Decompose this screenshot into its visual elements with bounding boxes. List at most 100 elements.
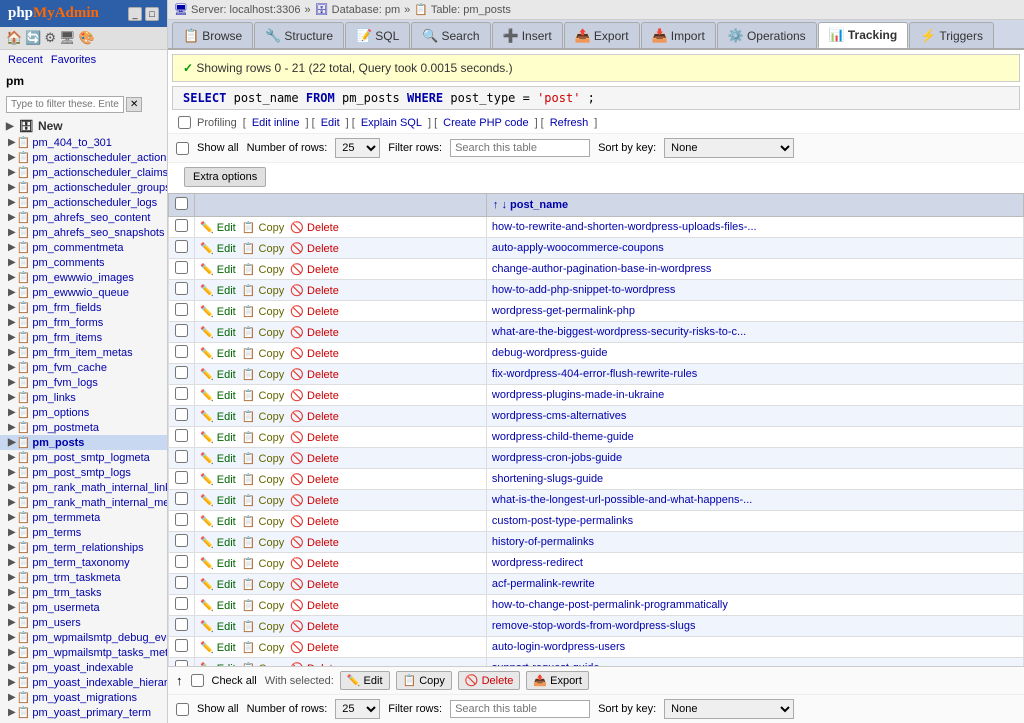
row-edit-link[interactable]: ✏️ Edit <box>200 642 236 654</box>
row-edit-link[interactable]: ✏️ Edit <box>200 600 236 612</box>
row-checkbox[interactable] <box>175 408 188 421</box>
edit-inline-link[interactable]: Edit inline <box>252 117 300 129</box>
bottom-show-all-checkbox[interactable] <box>176 703 189 716</box>
row-edit-link[interactable]: ✏️ Edit <box>200 327 236 339</box>
sidebar-table-item[interactable]: ▶ 📋 pm_yoast_primary_term <box>0 705 167 720</box>
row-copy-link[interactable]: 📋 Copy <box>242 537 284 549</box>
row-edit-link[interactable]: ✏️ Edit <box>200 621 236 633</box>
row-delete-link[interactable]: 🚫 Delete <box>290 369 339 381</box>
bottom-delete-btn[interactable]: 🚫 Delete <box>458 671 521 690</box>
sidebar-table-item[interactable]: ▶ 📋 pm_post_smtp_logs <box>0 465 167 480</box>
row-checkbox[interactable] <box>175 261 188 274</box>
row-copy-link[interactable]: 📋 Copy <box>242 453 284 465</box>
num-rows-select[interactable]: 25 50 100 <box>335 138 380 158</box>
row-copy-link[interactable]: 📋 Copy <box>242 222 284 234</box>
row-edit-link[interactable]: ✏️ Edit <box>200 222 236 234</box>
recent-link[interactable]: Recent <box>8 54 43 66</box>
tab-triggers[interactable]: ⚡ Triggers <box>909 22 994 48</box>
sidebar-table-item[interactable]: ▶ 📋 pm_actionscheduler_actions <box>0 150 167 165</box>
row-copy-link[interactable]: 📋 Copy <box>242 243 284 255</box>
tab-tracking[interactable]: 📊 Tracking <box>818 22 909 48</box>
sidebar-table-item[interactable]: ▶ 📋 pm_fvm_cache <box>0 360 167 375</box>
row-edit-link[interactable]: ✏️ Edit <box>200 474 236 486</box>
row-edit-link[interactable]: ✏️ Edit <box>200 285 236 297</box>
sidebar-table-item[interactable]: ▶ 📋 pm_wpmailsmtp_tasks_meta <box>0 645 167 660</box>
sidebar-table-item[interactable]: ▶ 📋 pm_term_taxonomy <box>0 555 167 570</box>
row-delete-link[interactable]: 🚫 Delete <box>290 390 339 402</box>
sidebar-table-item[interactable]: ▶ 📋 pm_frm_items <box>0 330 167 345</box>
row-delete-link[interactable]: 🚫 Delete <box>290 642 339 654</box>
row-checkbox[interactable] <box>175 534 188 547</box>
tab-import[interactable]: 📥 Import <box>641 22 716 48</box>
sidebar-table-item[interactable]: ▶ 📋 pm_comments <box>0 255 167 270</box>
sort-desc-icon[interactable]: ↓ <box>501 199 507 211</box>
row-edit-link[interactable]: ✏️ Edit <box>200 264 236 276</box>
filter-rows-input[interactable] <box>450 139 590 157</box>
row-delete-link[interactable]: 🚫 Delete <box>290 411 339 423</box>
refresh-link[interactable]: Refresh <box>550 117 589 129</box>
row-copy-link[interactable]: 📋 Copy <box>242 600 284 612</box>
bottom-num-rows-select[interactable]: 25 50 100 <box>335 699 380 719</box>
row-edit-link[interactable]: ✏️ Edit <box>200 348 236 360</box>
row-delete-link[interactable]: 🚫 Delete <box>290 432 339 444</box>
row-checkbox[interactable] <box>175 618 188 631</box>
row-edit-link[interactable]: ✏️ Edit <box>200 453 236 465</box>
show-all-checkbox[interactable] <box>176 142 189 155</box>
extra-options-btn[interactable]: Extra options <box>184 167 266 187</box>
check-all-checkbox[interactable] <box>191 674 204 687</box>
row-copy-link[interactable]: 📋 Copy <box>242 516 284 528</box>
row-delete-link[interactable]: 🚫 Delete <box>290 474 339 486</box>
tab-operations[interactable]: ⚙️ Operations <box>717 22 817 48</box>
table-filter-input[interactable] <box>6 96 124 113</box>
row-delete-link[interactable]: 🚫 Delete <box>290 348 339 360</box>
bottom-filter-rows-input[interactable] <box>450 700 590 718</box>
row-copy-link[interactable]: 📋 Copy <box>242 558 284 570</box>
sidebar-table-item[interactable]: ▶ 📋 pm_yoast_migrations <box>0 690 167 705</box>
tab-export[interactable]: 📤 Export <box>564 22 640 48</box>
sidebar-table-item[interactable]: ▶ 📋 pm_actionscheduler_claims <box>0 165 167 180</box>
sidebar-table-item[interactable]: ▶ 📋 pm_frm_item_metas <box>0 345 167 360</box>
row-checkbox[interactable] <box>175 450 188 463</box>
row-checkbox[interactable] <box>175 513 188 526</box>
sidebar-table-item[interactable]: ▶ 📋 pm_post_smtp_logmeta <box>0 450 167 465</box>
row-checkbox[interactable] <box>175 555 188 568</box>
row-delete-link[interactable]: 🚫 Delete <box>290 537 339 549</box>
row-copy-link[interactable]: 📋 Copy <box>242 474 284 486</box>
sidebar-table-item[interactable]: ▶ 📋 pm_rank_math_internal_links <box>0 480 167 495</box>
sidebar-table-item[interactable]: ▶ 📋 pm_actionscheduler_logs <box>0 195 167 210</box>
row-checkbox[interactable] <box>175 324 188 337</box>
row-copy-link[interactable]: 📋 Copy <box>242 621 284 633</box>
sidebar-table-item[interactable]: ▶ 📋 pm_fvm_logs <box>0 375 167 390</box>
sidebar-table-item[interactable]: ▶ 📋 pm_postmeta <box>0 420 167 435</box>
row-checkbox[interactable] <box>175 366 188 379</box>
sidebar-table-item[interactable]: ▶ 📋 pm_actionscheduler_groups <box>0 180 167 195</box>
console-icon[interactable]: 🖥 <box>59 30 76 46</box>
sidebar-table-item[interactable]: ▶ 📋 pm_terms <box>0 525 167 540</box>
row-checkbox[interactable] <box>175 576 188 589</box>
sidebar-table-item[interactable]: ▶ 📋 pm_termmeta <box>0 510 167 525</box>
sidebar-table-item[interactable]: ▶ 📋 pm_commentmeta <box>0 240 167 255</box>
sidebar-table-item[interactable]: ▶ 📋 pm_yoast_indexable_hierarchy <box>0 675 167 690</box>
row-edit-link[interactable]: ✏️ Edit <box>200 390 236 402</box>
sidebar-table-item[interactable]: ▶ 📋 pm_trm_tasks <box>0 585 167 600</box>
row-copy-link[interactable]: 📋 Copy <box>242 327 284 339</box>
row-edit-link[interactable]: ✏️ Edit <box>200 411 236 423</box>
refresh-icon[interactable]: 🔄 <box>25 30 41 46</box>
row-edit-link[interactable]: ✏️ Edit <box>200 432 236 444</box>
home-icon[interactable]: 🏠 <box>6 30 22 46</box>
row-delete-link[interactable]: 🚫 Delete <box>290 222 339 234</box>
create-php-link[interactable]: Create PHP code <box>443 117 528 129</box>
row-delete-link[interactable]: 🚫 Delete <box>290 327 339 339</box>
row-checkbox[interactable] <box>175 240 188 253</box>
row-copy-link[interactable]: 📋 Copy <box>242 369 284 381</box>
table-breadcrumb[interactable]: 📋 Table: pm_posts <box>414 3 511 16</box>
tab-search[interactable]: 🔍 Search <box>411 22 490 48</box>
theme-icon[interactable]: 🎨 <box>79 30 95 46</box>
col-post-name-link[interactable]: post_name <box>510 199 568 211</box>
sidebar-table-item[interactable]: ▶ 📋 pm_ahrefs_seo_content <box>0 210 167 225</box>
row-edit-link[interactable]: ✏️ Edit <box>200 495 236 507</box>
row-checkbox[interactable] <box>175 387 188 400</box>
row-copy-link[interactable]: 📋 Copy <box>242 264 284 276</box>
row-copy-link[interactable]: 📋 Copy <box>242 432 284 444</box>
row-checkbox[interactable] <box>175 597 188 610</box>
